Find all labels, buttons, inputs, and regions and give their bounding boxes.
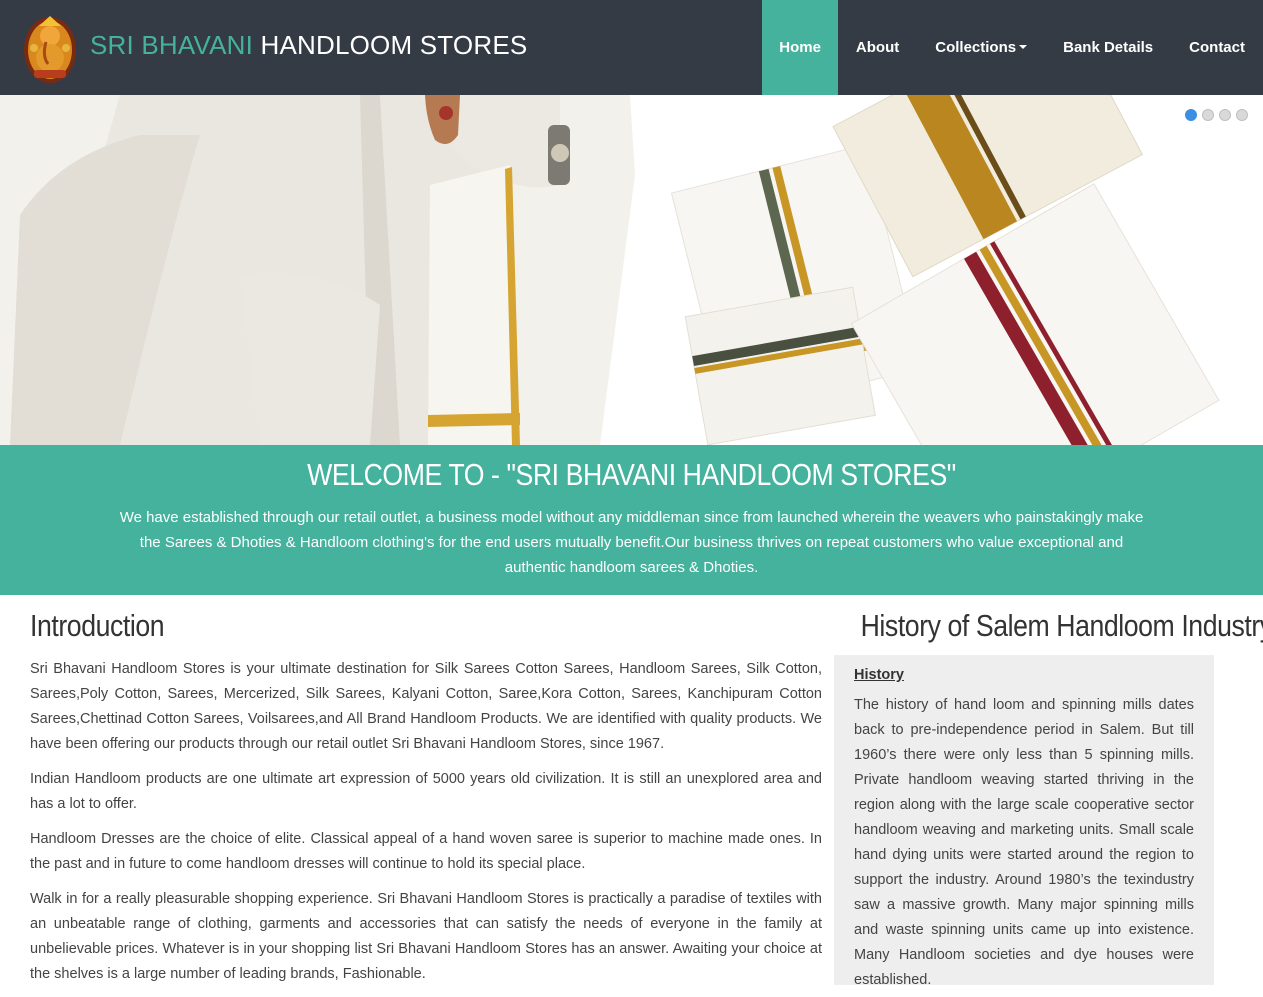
nav-collections-label: Collections <box>935 39 1017 56</box>
nav-home[interactable]: Home <box>762 0 838 95</box>
nav-contact[interactable]: Contact <box>1171 0 1263 95</box>
carousel-dot-3[interactable] <box>1219 109 1231 121</box>
introduction-section: Introduction Sri Bhavani Handloom Stores… <box>30 605 822 997</box>
intro-paragraph-1: Sri Bhavani Handloom Stores is your ulti… <box>30 661 822 752</box>
intro-paragraph-4: Walk in for a really pleasurable shoppin… <box>30 891 822 982</box>
intro-heading: Introduction <box>30 608 165 643</box>
welcome-title: WELCOME TO - "SRI BHAVANI HANDLOOM STORE… <box>307 457 956 492</box>
navbar: SRI BHAVANI HANDLOOM STORES Home About C… <box>0 0 1263 95</box>
main-nav: Home About Collections Bank Details Cont… <box>762 0 1263 95</box>
history-subheading: History <box>854 667 904 683</box>
ganesha-logo[interactable] <box>22 12 78 84</box>
welcome-section: WELCOME TO - "SRI BHAVANI HANDLOOM STORE… <box>0 445 1263 595</box>
carousel-dot-1[interactable] <box>1185 109 1197 121</box>
intro-paragraph-3: Handloom Dresses are the choice of elite… <box>30 831 822 872</box>
nav-bank-details[interactable]: Bank Details <box>1045 0 1171 95</box>
caret-down-icon <box>1019 44 1028 49</box>
brand-part2: HANDLOOM STORES <box>260 30 528 60</box>
hero-carousel <box>0 95 1263 445</box>
brand-part1: SRI BHAVANI <box>90 30 254 60</box>
welcome-text: We have established through our retail o… <box>119 509 1144 576</box>
brand-title[interactable]: SRI BHAVANI HANDLOOM STORES <box>90 29 527 61</box>
carousel-dot-4[interactable] <box>1236 109 1248 121</box>
history-text: The history of hand loom and spinning mi… <box>854 697 1194 985</box>
history-heading: History of Salem Handloom Industry <box>860 608 1263 643</box>
history-box[interactable]: History The history of hand loom and spi… <box>834 655 1214 985</box>
intro-paragraph-2: Indian Handloom products are one ultimat… <box>30 771 822 812</box>
carousel-dot-2[interactable] <box>1202 109 1214 121</box>
hero-image <box>0 95 1263 445</box>
carousel-indicators <box>1185 109 1248 121</box>
history-section: History of Salem Handloom Industry Histo… <box>834 605 1263 985</box>
nav-collections[interactable]: Collections <box>917 0 1045 95</box>
nav-about[interactable]: About <box>838 0 917 95</box>
